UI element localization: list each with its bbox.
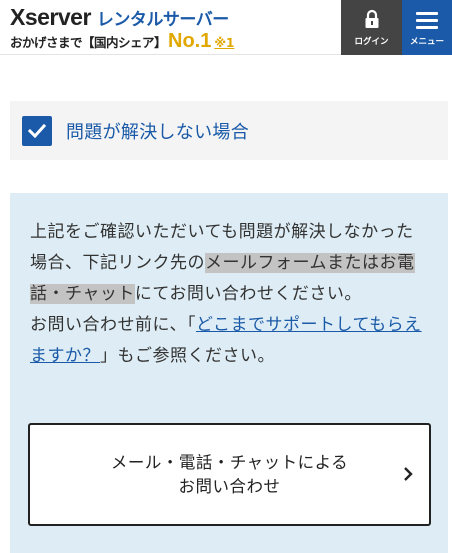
tagline: おかげさまで【国内シェア】 (10, 35, 167, 50)
lock-icon (365, 9, 378, 28)
brand-logo[interactable]: Xserver レンタルサーバー おかげさまで【国内シェア】 No.1 ※1 (10, 4, 234, 52)
contact-button[interactable]: メール・電話・チャットによる お問い合わせ (28, 423, 431, 526)
info-suffix: 」もご参照ください。 (100, 346, 275, 366)
hamburger-icon (416, 8, 438, 33)
info-text-part2: にてお問い合わせください。 (134, 284, 362, 304)
resolve-label: 問題が解決しない場合 (66, 121, 249, 143)
menu-button[interactable]: メニュー (402, 0, 452, 55)
login-label: ログイン (354, 36, 389, 47)
chevron-right-icon (404, 467, 413, 481)
info-text: 上記をご確認いただいても問題が解決しなかった場合、下記リンク先のメールフォームま… (30, 217, 428, 372)
resolve-checkbox[interactable] (22, 115, 52, 146)
logo-text: Xserver (10, 4, 91, 30)
site-header: Xserver レンタルサーバー おかげさまで【国内シェア】 No.1 ※1 ロ… (0, 0, 452, 55)
login-button[interactable]: ログイン (341, 0, 402, 55)
menu-label: メニュー (409, 37, 444, 47)
contact-label-line1: メール・電話・チャットによる (110, 452, 349, 472)
resolve-section[interactable]: 問題が解決しない場合 (10, 101, 448, 160)
footnote-link[interactable]: ※1 (214, 36, 234, 50)
contact-label: メール・電話・チャットによる お問い合わせ (70, 451, 390, 499)
contact-label-line2: お問い合わせ (178, 476, 281, 496)
checkmark-icon (28, 123, 46, 138)
info-panel: 上記をご確認いただいても問題が解決しなかった場合、下記リンク先のメールフォームま… (10, 193, 448, 553)
no1-badge: No.1 (168, 30, 212, 52)
info-prefix: お問い合わせ前に、「 (30, 315, 196, 335)
logo-subtitle: レンタルサーバー (96, 10, 229, 30)
